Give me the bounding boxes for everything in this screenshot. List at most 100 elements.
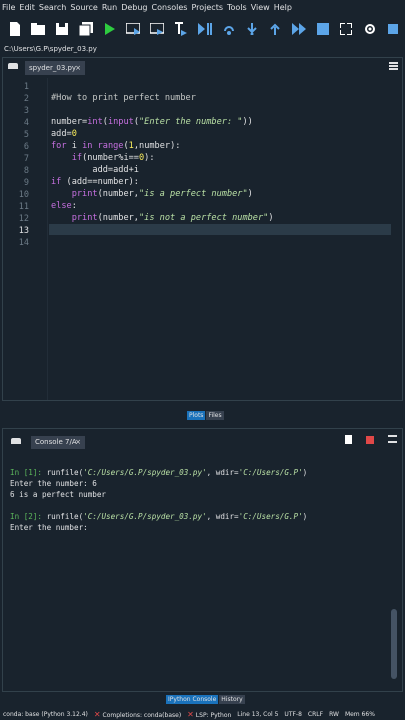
line-number: 5 (23, 130, 29, 140)
stop-console-icon[interactable] (366, 436, 374, 444)
line-number: 1 (23, 82, 29, 92)
debug-icon[interactable] (197, 21, 212, 37)
menu-edit[interactable]: Edit (17, 3, 37, 12)
current-line-highlight (49, 224, 391, 235)
stop-debug-icon[interactable] (316, 21, 329, 37)
prompt: In [1]: (10, 468, 43, 477)
code-line: number=int(input("Enter the number: ")) (51, 117, 253, 127)
completions-status[interactable]: ✕ Completions: conda(base) (94, 710, 181, 719)
tab-plots[interactable]: Plots (187, 411, 206, 420)
editor-pane: spyder_03.py × 1 2 3 4 5 6 7 8 9 10 11 1… (2, 57, 403, 401)
upper-pane-tabs: Plots Files (187, 411, 225, 420)
error-icon: ✕ (187, 709, 194, 719)
line-number: 3 (23, 106, 29, 116)
string: 'C:/Users/G.P/spyder_03.py' (83, 468, 207, 477)
code-line: add=0 (51, 129, 77, 139)
line-number: 14 (18, 238, 29, 248)
string: 'C:/Users/G.P' (238, 468, 303, 477)
menu-tools[interactable]: Tools (225, 3, 249, 12)
status-bar: conda: base (Python 3.12.4) ✕ Completion… (0, 708, 405, 720)
browse-console-tabs-icon[interactable] (11, 438, 21, 444)
run-cell-advance-icon[interactable] (150, 21, 165, 37)
settings-icon[interactable] (363, 21, 376, 37)
line-number: 6 (23, 142, 29, 152)
file-path: C:\Users\G.P\spyder_03.py (4, 45, 97, 53)
run-selection-icon[interactable] (174, 21, 188, 37)
console-output-line: Enter the number: (10, 523, 88, 532)
console-pane: Console 7/A × In [1]: runfile('C:/Users/… (2, 428, 403, 692)
new-file-icon[interactable] (8, 21, 21, 37)
python-path-icon[interactable] (387, 21, 400, 37)
line-number: 11 (18, 202, 29, 212)
command: runfile( (46, 468, 84, 477)
tab-files[interactable]: Files (206, 411, 224, 420)
open-folder-icon[interactable] (31, 21, 46, 37)
pane-splitter[interactable]: Plots Files (0, 404, 405, 424)
step-return-icon[interactable] (269, 21, 282, 37)
encoding-status: UTF-8 (284, 710, 302, 718)
close-console-icon[interactable]: × (75, 436, 81, 449)
menu-bar: File Edit Search Source Run Debug Consol… (0, 0, 405, 15)
editor-tab[interactable]: spyder_03.py × (25, 61, 85, 75)
run-cell-icon[interactable] (126, 21, 141, 37)
line-number: 12 (18, 214, 29, 224)
menu-source[interactable]: Source (68, 3, 99, 12)
clear-console-icon[interactable] (345, 435, 352, 444)
step-icon[interactable] (222, 21, 235, 37)
console-tab[interactable]: Console 7/A × (31, 436, 85, 449)
console-output[interactable]: In [1]: runfile('C:/Users/G.P/spyder_03.… (10, 467, 380, 533)
code-line: #How to print perfect number (51, 93, 196, 103)
close-tab-icon[interactable]: × (75, 61, 81, 75)
line-number: 7 (23, 154, 29, 164)
conda-status[interactable]: conda: base (Python 3.12.4) (3, 711, 88, 718)
string: 'C:/Users/G.P/spyder_03.py' (83, 512, 207, 521)
options-menu-icon[interactable] (389, 62, 398, 70)
continue-icon[interactable] (292, 21, 307, 37)
menu-view[interactable]: View (249, 3, 272, 12)
line-number: 13 (18, 226, 29, 236)
save-all-icon[interactable] (78, 21, 93, 37)
memory-status: Mem 66% (344, 710, 375, 718)
code-line: if(number%i==0): (71, 153, 155, 163)
code-line: print(number,"is a perfect number") (71, 189, 253, 199)
code-line: print(number,"is not a perfect number") (71, 213, 274, 223)
rw-status: RW (329, 710, 339, 718)
save-icon[interactable] (55, 21, 69, 37)
step-into-icon[interactable] (245, 21, 258, 37)
console-input-line: In [2]: runfile('C:/Users/G.P/spyder_03.… (10, 511, 380, 522)
line-number: 8 (23, 166, 29, 176)
line-number: 9 (23, 178, 29, 188)
tab-history[interactable]: History (219, 695, 245, 704)
command: runfile( (46, 512, 84, 521)
line-number-gutter: 1 2 3 4 5 6 7 8 9 10 11 12 13 14 (3, 78, 48, 400)
menu-debug[interactable]: Debug (119, 3, 149, 12)
console-tab-label: Console 7/A (35, 438, 77, 446)
code-line: if (add==number): (51, 177, 139, 187)
error-icon: ✕ (93, 709, 101, 719)
console-scrollbar[interactable] (391, 609, 397, 679)
menu-help[interactable]: Help (272, 3, 294, 12)
cursor-position: Line 13, Col 5 (237, 710, 279, 718)
menu-run[interactable]: Run (100, 3, 119, 12)
console-output-line: 6 is a perfect number (10, 490, 107, 499)
toolbar (0, 15, 405, 42)
string: 'C:/Users/G.P' (238, 512, 303, 521)
command: ) (302, 512, 308, 521)
eol-status: CRLF (307, 710, 324, 718)
menu-file[interactable]: File (0, 3, 17, 12)
prompt: In [2]: (10, 512, 43, 521)
code-editor[interactable]: #How to print perfect number number=int(i… (48, 78, 392, 400)
menu-consoles[interactable]: Consoles (150, 3, 190, 12)
line-number: 4 (23, 118, 29, 128)
console-options-icon[interactable] (388, 435, 397, 443)
maximize-icon[interactable] (340, 21, 353, 37)
command: , wdir= (206, 468, 239, 477)
console-input-line: In [1]: runfile('C:/Users/G.P/spyder_03.… (10, 467, 380, 478)
menu-projects[interactable]: Projects (189, 3, 225, 12)
menu-search[interactable]: Search (37, 3, 68, 12)
run-icon[interactable] (103, 21, 116, 37)
tab-ipython-console[interactable]: IPython Console (166, 695, 219, 704)
browse-tabs-icon[interactable] (8, 63, 18, 69)
lsp-status[interactable]: ✕ LSP: Python (187, 710, 231, 719)
